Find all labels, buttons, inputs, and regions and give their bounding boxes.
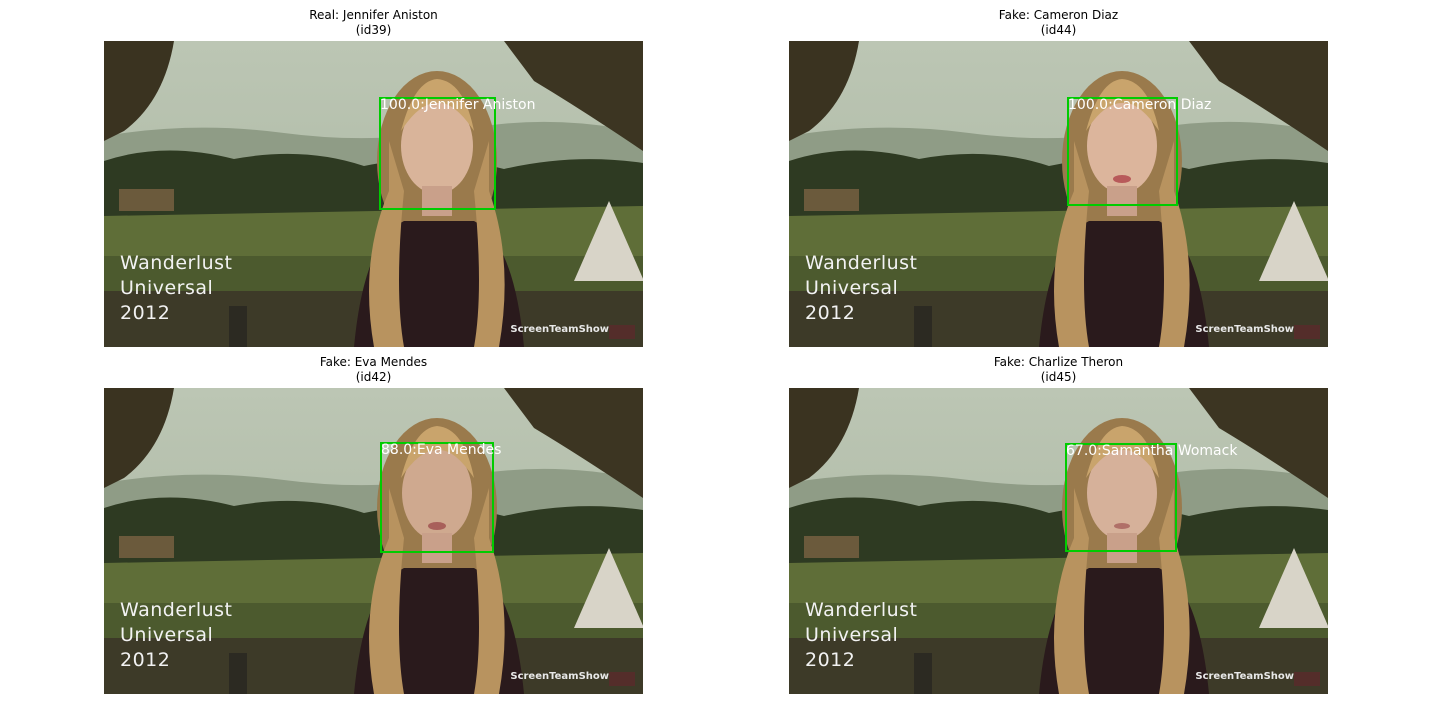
panel-title-line2: (id45) <box>1040 370 1077 384</box>
face-bounding-box <box>380 442 494 553</box>
video-frame: Wanderlust Universal 2012 ScreenTeamShow… <box>104 388 643 694</box>
video-frame: Wanderlust Universal 2012 ScreenTeamShow… <box>104 41 643 347</box>
channel-logo <box>609 325 635 339</box>
overlay-line: Wanderlust <box>120 599 233 621</box>
overlay-line: Wanderlust <box>805 252 918 274</box>
detection-label: 67.0:Samantha Womack <box>1066 443 1238 459</box>
panel-title: Fake: Charlize Theron (id45) <box>789 355 1328 385</box>
overlay-line: 2012 <box>120 649 171 671</box>
overlay-line: 2012 <box>120 302 171 324</box>
video-frame: Wanderlust Universal 2012 ScreenTeamShow… <box>789 388 1328 694</box>
overlay-line: Wanderlust <box>805 599 918 621</box>
channel-logo <box>1294 325 1320 339</box>
overlay-line: Universal <box>120 277 214 299</box>
watermark: ScreenTeamShow <box>1195 671 1294 682</box>
panel-title: Fake: Cameron Diaz (id44) <box>789 8 1328 38</box>
watermark: ScreenTeamShow <box>1195 324 1294 335</box>
watermark: ScreenTeamShow <box>510 324 609 335</box>
panel-title-line1: Real: Jennifer Aniston <box>309 8 438 22</box>
panel-title-line1: Fake: Charlize Theron <box>993 355 1124 369</box>
panel-title-line2: (id42) <box>355 370 392 384</box>
panel-title: Real: Jennifer Aniston (id39) <box>104 8 643 38</box>
face-bounding-box <box>1067 97 1178 206</box>
panel-title-line2: (id39) <box>355 23 392 37</box>
face-bounding-box <box>1065 443 1177 552</box>
detection-label: 100.0:Jennifer Aniston <box>380 97 536 113</box>
detection-label: 88.0:Eva Mendes <box>381 442 502 458</box>
face-bounding-box <box>379 97 496 210</box>
channel-logo <box>609 672 635 686</box>
overlay-caption: Wanderlust Universal 2012 <box>120 251 233 326</box>
overlay-line: Universal <box>120 624 214 646</box>
overlay-line: Universal <box>805 277 899 299</box>
overlay-line: 2012 <box>805 649 856 671</box>
channel-logo <box>1294 672 1320 686</box>
detection-label: 100.0:Cameron Diaz <box>1068 97 1212 113</box>
overlay-caption: Wanderlust Universal 2012 <box>120 598 233 673</box>
panel-title-line1: Fake: Cameron Diaz <box>998 8 1119 22</box>
watermark: ScreenTeamShow <box>510 671 609 682</box>
overlay-line: Universal <box>805 624 899 646</box>
figure: Real: Jennifer Aniston (id39) Wanderlust… <box>0 0 1440 720</box>
panel-title: Fake: Eva Mendes (id42) <box>104 355 643 385</box>
overlay-caption: Wanderlust Universal 2012 <box>805 251 918 326</box>
video-frame: Wanderlust Universal 2012 ScreenTeamShow… <box>789 41 1328 347</box>
overlay-line: 2012 <box>805 302 856 324</box>
panel-title-line1: Fake: Eva Mendes <box>319 355 428 369</box>
panel-title-line2: (id44) <box>1040 23 1077 37</box>
overlay-caption: Wanderlust Universal 2012 <box>805 598 918 673</box>
overlay-line: Wanderlust <box>120 252 233 274</box>
